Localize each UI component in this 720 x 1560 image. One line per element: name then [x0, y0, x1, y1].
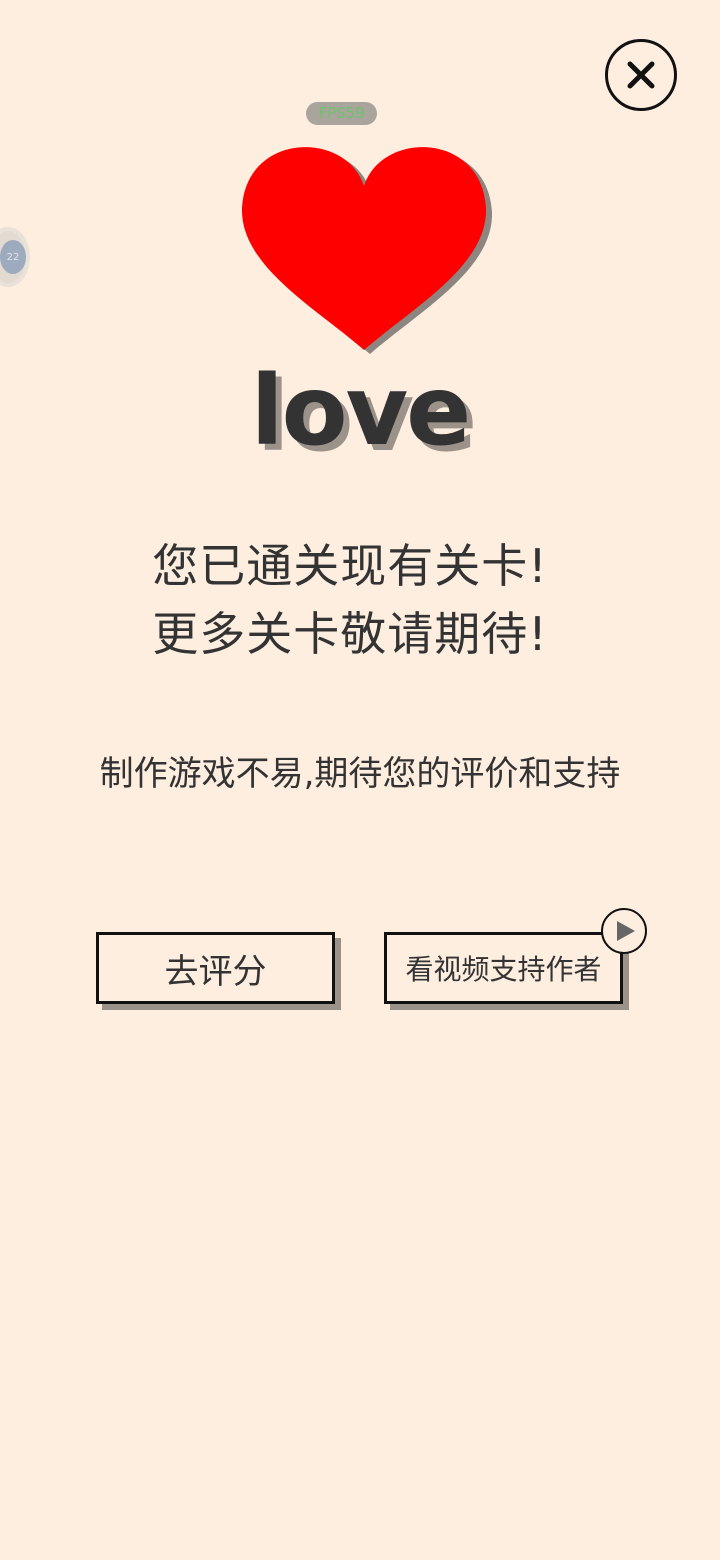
love-title: love	[250, 355, 472, 467]
rate-button-label: 去评分	[164, 951, 267, 992]
floating-assistant-ball[interactable]: 22	[0, 227, 30, 287]
close-icon	[627, 61, 655, 89]
coming-soon-message: 更多关卡敬请期待!	[152, 607, 548, 661]
watch-video-button[interactable]: 看视频支持作者	[384, 932, 623, 1004]
watch-video-button-label: 看视频支持作者	[405, 953, 602, 986]
close-button[interactable]	[605, 39, 677, 111]
support-message: 制作游戏不易,期待您的评价和支持	[99, 754, 621, 794]
play-badge[interactable]	[601, 908, 647, 954]
rate-button[interactable]: 去评分	[96, 932, 335, 1004]
heart-icon	[241, 147, 492, 354]
completion-message: 您已通关现有关卡!	[152, 539, 548, 593]
floating-ball-label: 22	[0, 240, 26, 274]
fps-counter: FPS59	[306, 102, 377, 125]
play-icon	[617, 921, 635, 941]
